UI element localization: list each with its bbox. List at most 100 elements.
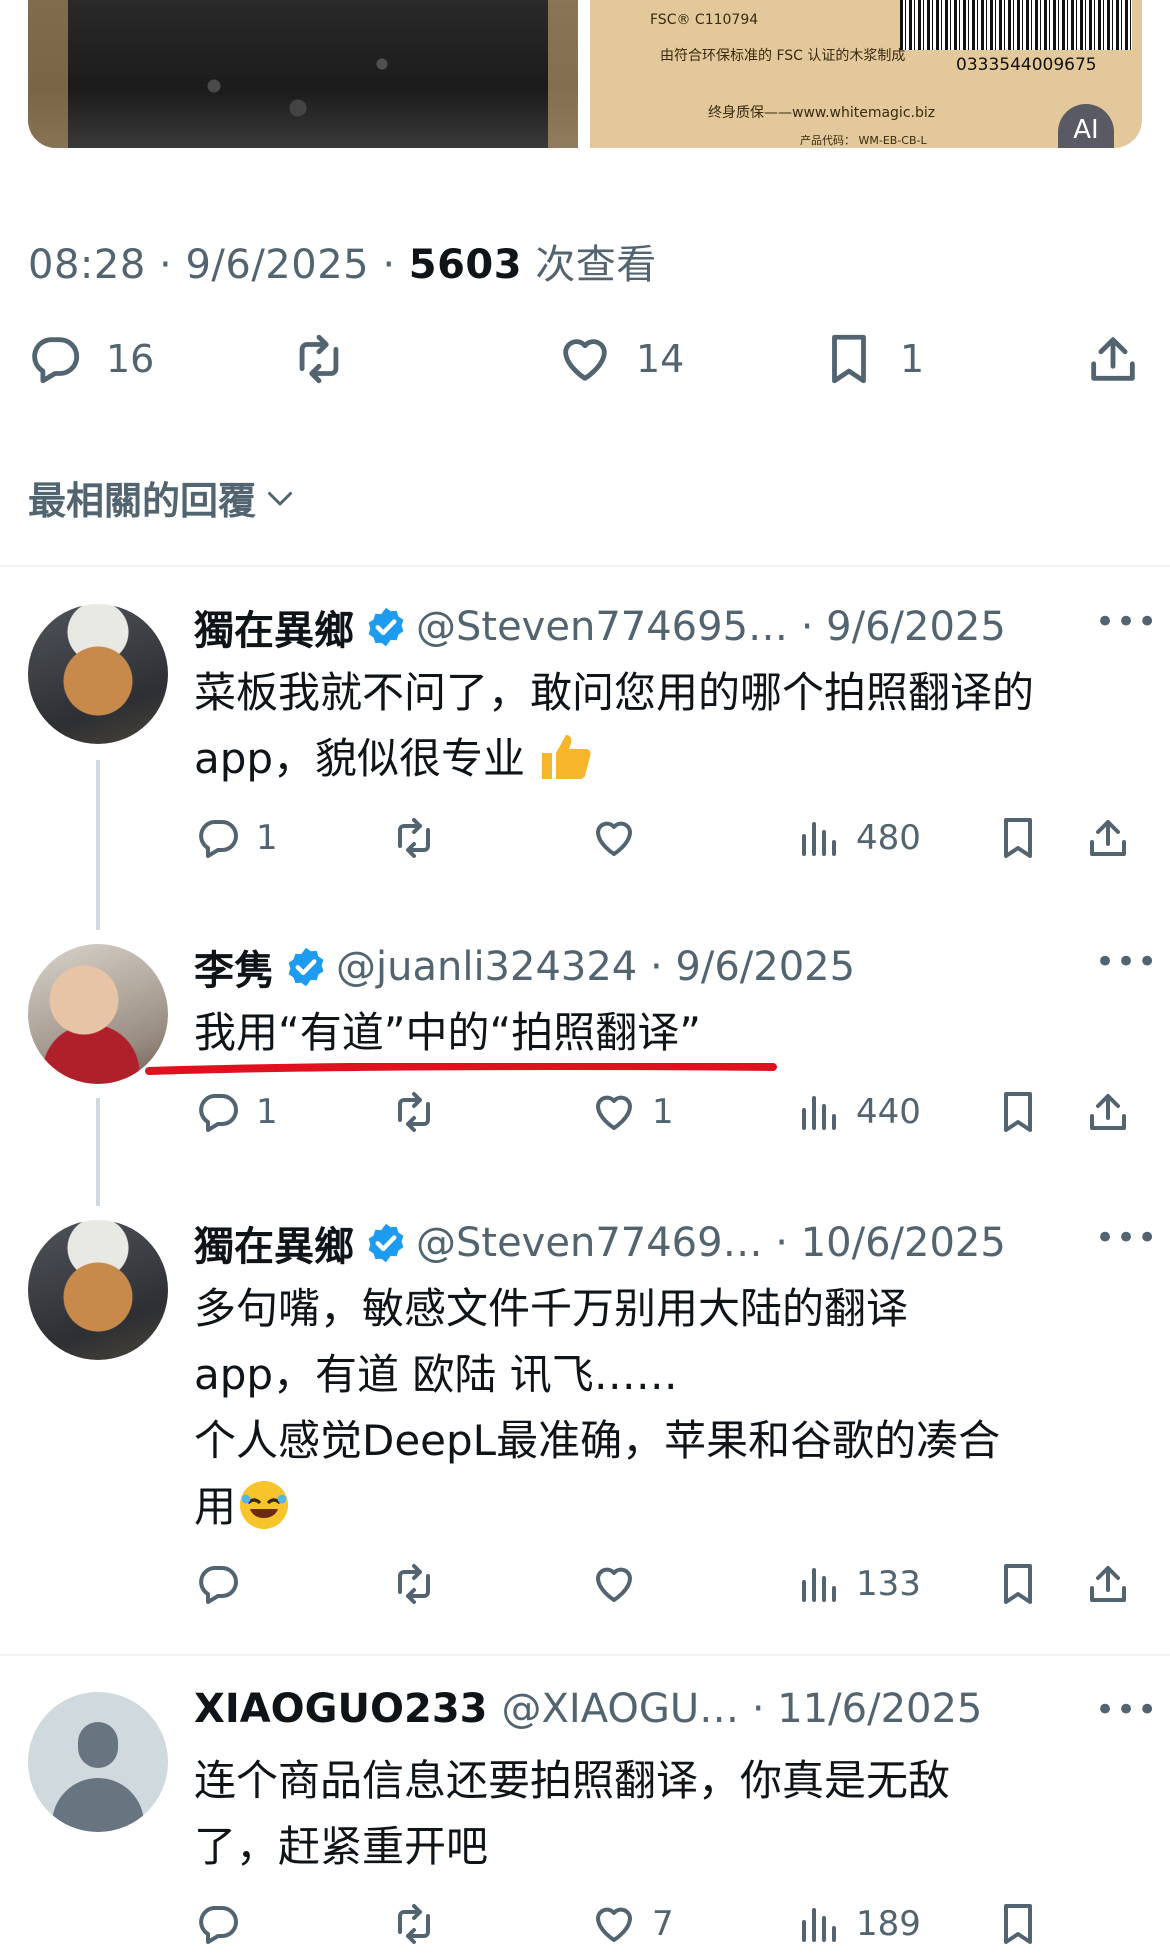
view-count: 5603 — [408, 242, 523, 288]
thread-line — [96, 760, 100, 930]
reply-action-bar: 1 1 440 — [194, 1088, 1134, 1148]
views-button[interactable]: 440 — [794, 1088, 921, 1136]
reply-header: XIAOGUO233 @XIAOGU… · 11/6/2025 — [194, 1686, 983, 1732]
image-frame-edge — [548, 0, 578, 148]
bookmark-button[interactable] — [994, 1560, 1042, 1608]
image-fsc-text: FSC® C110794 — [650, 12, 759, 28]
reply-sort-dropdown[interactable]: 最相關的回覆 — [28, 470, 298, 525]
retweet-button[interactable] — [390, 814, 438, 862]
bookmark-icon — [994, 1900, 1042, 1948]
display-name[interactable]: 獨在異鄉 — [194, 1214, 354, 1272]
share-button[interactable] — [1084, 1560, 1132, 1608]
image-warranty-text: 终身质保——www.whitemagic.biz — [708, 105, 936, 121]
views-button[interactable]: 133 — [794, 1560, 921, 1608]
reply-text: 我用“有道”中的“拍照翻译” — [194, 1008, 702, 1057]
thumbs-up-emoji-icon — [542, 735, 591, 779]
user-handle[interactable]: @Steven774695… — [416, 604, 788, 650]
share-button[interactable] — [1084, 1088, 1132, 1136]
share-icon — [1084, 1088, 1132, 1136]
post-time: 08:28 — [28, 242, 146, 288]
bookmark-button[interactable] — [994, 1088, 1042, 1136]
retweet-icon — [390, 1560, 438, 1608]
retweet-button[interactable] — [390, 1560, 438, 1608]
more-icon[interactable]: ••• — [1095, 602, 1158, 642]
like-button[interactable]: 14 — [556, 330, 684, 388]
more-icon[interactable]: ••• — [1095, 1218, 1158, 1258]
reply-icon — [26, 330, 84, 388]
display-name[interactable]: 獨在異鄉 — [194, 598, 354, 656]
reply-button[interactable] — [194, 1560, 256, 1608]
retweet-icon — [390, 1900, 438, 1948]
reply-button[interactable]: 16 — [26, 330, 154, 388]
bookmark-button[interactable]: 1 — [820, 330, 924, 388]
bookmark-icon — [820, 330, 878, 388]
retweet-icon — [390, 1088, 438, 1136]
share-button[interactable] — [1084, 814, 1132, 862]
like-button[interactable] — [590, 814, 652, 862]
barcode-number: 0333544009675 — [956, 55, 1097, 75]
reply-button[interactable] — [194, 1900, 256, 1948]
like-icon — [556, 330, 614, 388]
post-action-bar: 16 14 1 — [0, 330, 1170, 400]
more-icon[interactable]: ••• — [1095, 942, 1158, 982]
reply-button[interactable]: 1 — [194, 1088, 278, 1136]
more-icon[interactable]: ••• — [1095, 1690, 1158, 1730]
views-icon — [794, 1900, 842, 1948]
red-underline-annotation — [145, 1063, 777, 1075]
reply-date[interactable]: 9/6/2025 — [675, 944, 855, 990]
reply-date[interactable]: 11/6/2025 — [777, 1686, 982, 1732]
views-icon — [794, 814, 842, 862]
laughing-emoji-icon — [240, 1481, 289, 1529]
like-button[interactable] — [590, 1560, 652, 1608]
display-name[interactable]: 李隽 — [194, 938, 274, 996]
image-text-line: 由符合环保标准的 FSC 认证的木浆制成 — [660, 48, 906, 64]
reply-action-bar: 1 480 — [194, 814, 1134, 874]
share-icon — [1084, 330, 1142, 388]
user-handle[interactable]: @Steven77469… — [416, 1220, 763, 1266]
ai-badge-icon[interactable]: AI — [1058, 104, 1114, 148]
sort-label: 最相關的回覆 — [28, 479, 257, 523]
reply-header: 獨在異鄉 @Steven774695… · 9/6/2025 — [194, 598, 1006, 656]
like-button[interactable]: 1 — [590, 1088, 674, 1136]
like-icon — [590, 1088, 638, 1136]
reply-action-bar: 7 189 — [194, 1900, 1134, 1960]
bookmark-icon — [994, 1088, 1042, 1136]
bookmark-button[interactable] — [994, 814, 1042, 862]
like-button[interactable]: 7 — [590, 1900, 674, 1948]
views-button[interactable]: 189 — [794, 1900, 921, 1948]
barcode-graphic — [900, 0, 1132, 50]
views-button[interactable]: 480 — [794, 814, 921, 862]
post-meta: 08:28 · 9/6/2025 · 5603 次查看 — [28, 242, 657, 288]
retweet-button[interactable] — [390, 1088, 438, 1136]
like-icon — [590, 1900, 638, 1948]
view-label: 次查看 — [535, 242, 657, 288]
bookmark-button[interactable] — [994, 1900, 1042, 1948]
reply-icon — [194, 1560, 242, 1608]
thread-line — [96, 1098, 100, 1206]
post-image-right[interactable]: FSC® C110794 由符合环保标准的 FSC 认证的木浆制成 033354… — [590, 0, 1142, 148]
user-handle[interactable]: @XIAOGU… — [502, 1686, 740, 1732]
like-icon — [590, 814, 638, 862]
reply-icon — [194, 1900, 242, 1948]
retweet-icon — [390, 814, 438, 862]
retweet-button[interactable] — [290, 330, 348, 388]
retweet-button[interactable] — [390, 1900, 438, 1948]
display-name[interactable]: XIAOGUO233 — [194, 1686, 488, 1732]
default-avatar-head — [78, 1722, 118, 1768]
avatar[interactable] — [28, 1692, 168, 1832]
reply-button[interactable]: 1 — [194, 814, 278, 862]
post-date: 9/6/2025 — [185, 242, 370, 288]
reply-date[interactable]: 9/6/2025 — [826, 604, 1006, 650]
section-divider — [0, 565, 1170, 567]
share-button[interactable] — [1084, 330, 1142, 388]
share-icon — [1084, 1560, 1132, 1608]
user-handle[interactable]: @juanli324324 — [336, 944, 637, 990]
like-icon — [590, 1560, 638, 1608]
post-image-left[interactable] — [28, 0, 578, 148]
views-icon — [794, 1560, 842, 1608]
avatar[interactable] — [28, 1220, 168, 1360]
avatar[interactable] — [28, 604, 168, 744]
chevron-down-icon — [262, 480, 298, 516]
section-divider — [0, 1654, 1170, 1656]
reply-date[interactable]: 10/6/2025 — [801, 1220, 1006, 1266]
